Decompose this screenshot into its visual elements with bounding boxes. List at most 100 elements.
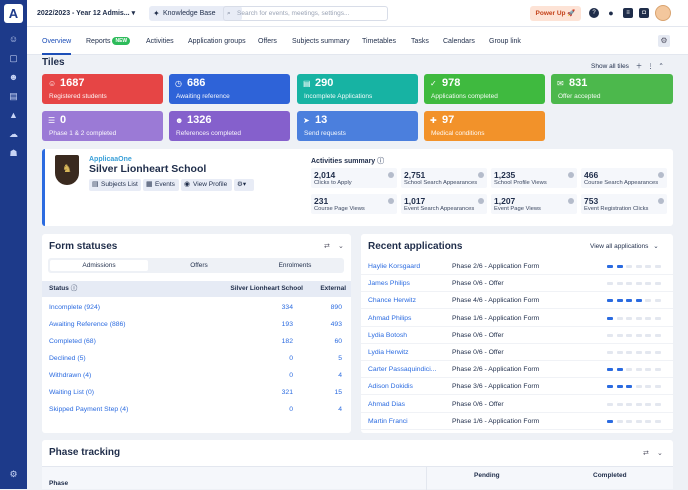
application-row[interactable]: Adison Dokidis Phase 3/6 - Application Fo…: [361, 378, 673, 396]
tile-registered-students[interactable]: ☺ 1687 Registered students: [42, 74, 163, 104]
chevron-down-icon[interactable]: ⌄: [657, 449, 663, 457]
view-profile-button[interactable]: ◉ View Profile: [181, 179, 232, 191]
subjects-list-button[interactable]: ▤ Subjects List: [89, 179, 141, 191]
tab-activities[interactable]: Activities: [146, 27, 174, 55]
application-row[interactable]: Lydia Herwitz Phase 0/6 - Offer: [361, 344, 673, 361]
school-count-link[interactable]: 0: [289, 367, 293, 384]
lightbulb-icon[interactable]: ●: [606, 8, 616, 18]
info-icon[interactable]: [568, 198, 574, 204]
status-name-link[interactable]: Withdrawn (4): [49, 367, 91, 384]
chevron-down-icon[interactable]: ⌄: [338, 242, 344, 250]
external-count-link[interactable]: 5: [338, 350, 342, 367]
school-count-link[interactable]: 334: [282, 299, 293, 316]
applicant-name-link[interactable]: James Philips: [368, 275, 410, 292]
chevron-up-icon[interactable]: ⌃: [658, 63, 663, 70]
tab-overview[interactable]: Overview: [42, 27, 72, 55]
segment-offers[interactable]: Offers: [150, 260, 248, 271]
tab-tasks[interactable]: Tasks: [411, 27, 429, 55]
applicant-name-link[interactable]: Lydia Herwitz: [368, 344, 409, 361]
app-logo[interactable]: A: [4, 4, 23, 23]
tile-incomplete-applications[interactable]: ▤ 290 Incomplete Applications: [297, 74, 418, 104]
user-avatar[interactable]: [655, 5, 671, 21]
settings-icon[interactable]: ⚙: [7, 469, 20, 480]
info-icon[interactable]: [568, 172, 574, 178]
inbox-icon[interactable]: ◘: [639, 8, 649, 18]
application-row[interactable]: Lydia Botosh Phase 0/6 - Offer: [361, 327, 673, 344]
school-count-link[interactable]: 193: [282, 316, 293, 333]
status-name-link[interactable]: Skipped Payment Step (4): [49, 401, 128, 418]
users-icon[interactable]: ☺: [7, 34, 20, 45]
applicant-name-link[interactable]: Martin Franci: [368, 413, 408, 430]
application-row[interactable]: Carter Passaquindici... Phase 2/6 - Appli…: [361, 361, 673, 379]
segment-admissions[interactable]: Admissions: [50, 260, 148, 271]
applicant-name-link[interactable]: Carter Passaquindici...: [368, 361, 436, 378]
application-row[interactable]: Chance Herwitz Phase 4/6 - Application Fo…: [361, 292, 673, 310]
swap-icon[interactable]: ⇄: [324, 242, 330, 250]
search-input[interactable]: ⌕ Search for events, meetings, settings..…: [223, 6, 388, 21]
external-count-link[interactable]: 4: [338, 401, 342, 418]
info-icon[interactable]: [388, 198, 394, 204]
info-icon[interactable]: [658, 198, 664, 204]
status-name-link[interactable]: Waiting List (0): [49, 384, 94, 401]
tab-subjects-summary[interactable]: Subjects summary: [292, 27, 350, 55]
applicant-name-link[interactable]: Ahmad Dias: [368, 396, 405, 413]
tile-awaiting-reference[interactable]: ◷ 686 Awaiting reference: [169, 74, 290, 104]
applicant-name-link[interactable]: Adison Dokidis: [368, 378, 413, 395]
graduation-icon[interactable]: ▲: [7, 110, 20, 121]
context-selector[interactable]: 2022/2023 - Year 12 Admis... ▾: [37, 6, 152, 21]
school-count-link[interactable]: 182: [282, 333, 293, 350]
help-icon[interactable]: ?: [589, 8, 599, 18]
external-count-link[interactable]: 493: [331, 316, 342, 333]
swap-icon[interactable]: ⇄: [643, 449, 649, 457]
plus-icon[interactable]: ＋: [636, 63, 643, 70]
school-count-link[interactable]: 321: [282, 384, 293, 401]
tile-send-requests[interactable]: ➤ 13 Send requests: [297, 111, 418, 141]
info-icon[interactable]: [658, 172, 664, 178]
external-count-link[interactable]: 890: [331, 299, 342, 316]
school-settings-button[interactable]: ⚙▾: [234, 179, 254, 191]
segment-enrolments[interactable]: Enrolments: [248, 260, 342, 271]
tile-offer-accepted[interactable]: ✉ 831 Offer accepted: [551, 74, 673, 104]
application-row[interactable]: Ahmad Dias Phase 0/6 - Offer: [361, 396, 673, 413]
cloud-icon[interactable]: ☁: [7, 129, 20, 140]
chat-icon[interactable]: ▢: [7, 53, 20, 64]
tile-applications-completed[interactable]: ✓ 978 Applications completed: [424, 74, 545, 104]
info-icon[interactable]: [478, 172, 484, 178]
tab-reports[interactable]: Reports NEW: [86, 27, 131, 55]
school-count-link[interactable]: 0: [289, 401, 293, 418]
more-icon[interactable]: ⋮: [647, 63, 654, 70]
tab-offers[interactable]: Offers: [258, 27, 277, 55]
status-name-link[interactable]: Incomplete (924): [49, 299, 100, 316]
events-button[interactable]: ▦ Events: [143, 179, 179, 191]
external-count-link[interactable]: 15: [334, 384, 342, 401]
external-count-link[interactable]: 4: [338, 367, 342, 384]
application-row[interactable]: Martin Franci Phase 1/6 - Application For…: [361, 413, 673, 430]
tile-phase-1-2-completed[interactable]: ☰ 0 Phase 1 & 2 completed: [42, 111, 163, 141]
school-count-link[interactable]: 0: [289, 350, 293, 367]
applicant-name-link[interactable]: Ahmad Philips: [368, 310, 411, 327]
status-name-link[interactable]: Completed (68): [49, 333, 96, 350]
info-icon[interactable]: [388, 172, 394, 178]
application-row[interactable]: Haylie Korsgaard Phase 2/6 - Application …: [361, 258, 673, 275]
tab-group-link[interactable]: Group link: [489, 27, 521, 55]
applicant-name-link[interactable]: Haylie Korsgaard: [368, 258, 420, 275]
power-up-button[interactable]: Power Up 🚀: [530, 6, 581, 21]
applicant-name-link[interactable]: Lydia Botosh: [368, 327, 407, 344]
application-row[interactable]: Ahmad Philips Phase 1/6 - Application For…: [361, 310, 673, 327]
tab-application-groups[interactable]: Application groups: [188, 27, 246, 55]
document-icon[interactable]: ▤: [7, 91, 20, 102]
group-icon[interactable]: ☻: [7, 72, 20, 83]
tab-calendars[interactable]: Calendars: [443, 27, 475, 55]
tile-references-completed[interactable]: ☻ 1326 References completed: [169, 111, 290, 141]
show-all-tiles-link[interactable]: Show all tiles ＋ ⋮ ⌃: [591, 60, 664, 70]
tab-settings-icon[interactable]: ⚙: [658, 35, 670, 47]
notes-icon[interactable]: ≡: [623, 8, 633, 18]
info-icon[interactable]: [478, 198, 484, 204]
application-row[interactable]: James Philips Phase 0/6 - Offer: [361, 275, 673, 293]
applicant-name-link[interactable]: Chance Herwitz: [368, 292, 416, 309]
status-name-link[interactable]: Declined (5): [49, 350, 86, 367]
tab-timetables[interactable]: Timetables: [362, 27, 396, 55]
view-all-applications-link[interactable]: View all applications ⌄: [590, 242, 659, 250]
status-name-link[interactable]: Awaiting Reference (886): [49, 316, 126, 333]
tile-medical-conditions[interactable]: ✚ 97 Medical conditions: [424, 111, 545, 141]
